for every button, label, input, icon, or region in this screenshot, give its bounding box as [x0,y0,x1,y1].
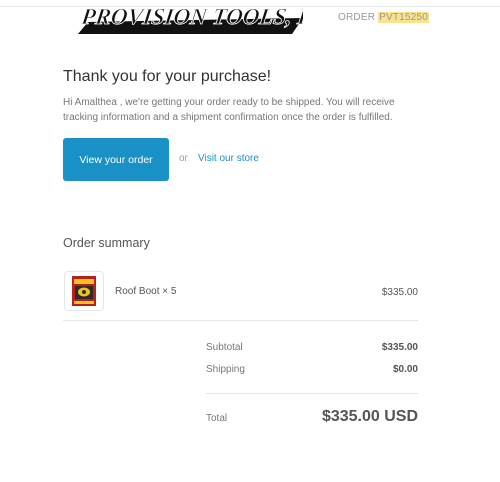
line-item-price: $335.00 [381,287,418,298]
total-label: Total [206,413,228,424]
order-number: PVT15250 [378,12,429,23]
total-value: $335.00 USD [321,408,418,425]
or-separator: or [179,153,188,164]
email-header: PROVISION TOOLS, INC ORDER PVT15250 [0,0,500,40]
order-prefix: ORDER [338,12,376,23]
items-divider [63,320,418,321]
product-thumbnail [64,271,104,311]
svg-text:PROVISION TOOLS, INC: PROVISION TOOLS, INC [79,3,303,29]
provision-tools-logo: PROVISION TOOLS, INC [78,3,303,34]
shipping-value: $0.00 [392,364,418,375]
order-number-label: ORDER PVT15250 [338,12,429,23]
thank-you-heading: Thank you for your purchase! [63,68,272,85]
subtotal-label: Subtotal [206,342,243,353]
view-order-button[interactable]: View your order [63,138,169,181]
order-summary-title: Order summary [63,236,150,250]
line-item-name: Roof Boot × 5 [115,286,177,297]
visit-store-link[interactable]: Visit our store [198,153,259,164]
subtotal-value: $335.00 [381,342,418,353]
shipping-label: Shipping [206,364,245,375]
product-package-icon [72,276,96,306]
order-confirmation-page: PROVISION TOOLS, INC ORDER PVT15250 Than… [0,0,500,482]
order-message: Hi Amalthea , we're getting your order r… [63,97,395,123]
totals-divider [206,393,418,394]
